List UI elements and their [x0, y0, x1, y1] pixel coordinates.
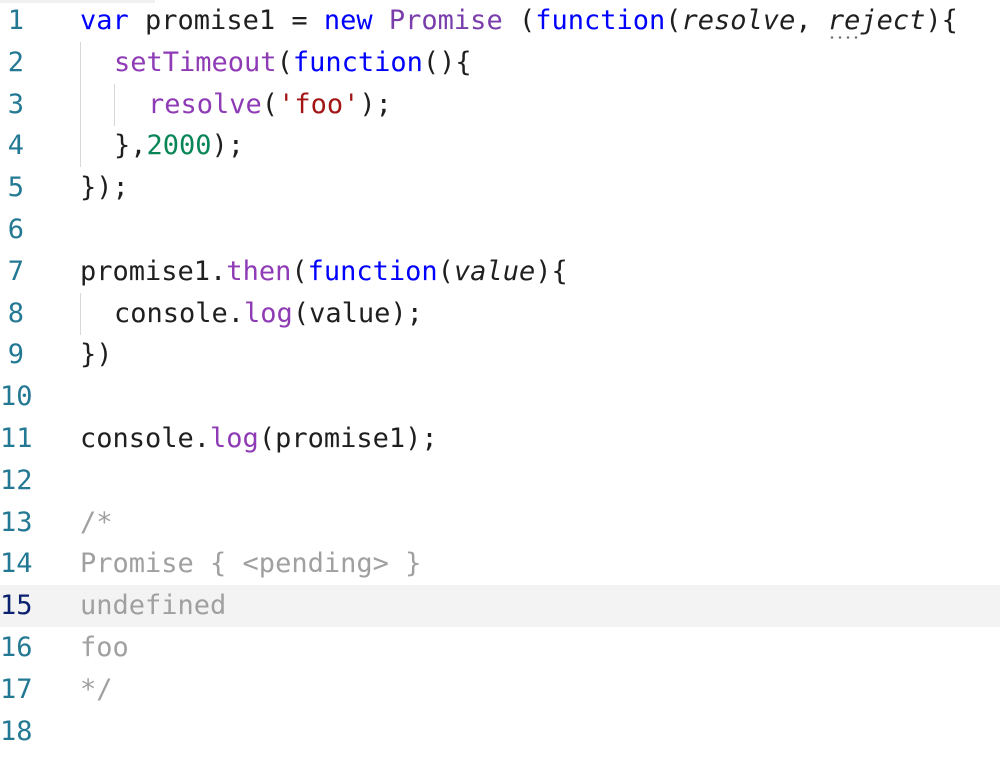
line-code: */: [80, 674, 113, 706]
code-token: (: [665, 5, 682, 36]
line-number: 11: [0, 423, 33, 454]
code-line[interactable]: 17 */: [0, 669, 1000, 711]
line-number: 12: [0, 464, 33, 496]
line-number: 9: [7, 339, 24, 371]
code-token: (: [261, 88, 279, 120]
code-token: function: [535, 5, 666, 36]
line-number: 5: [7, 172, 24, 204]
code-line[interactable]: 8 console.log(value);: [0, 292, 1000, 335]
code-line[interactable]: 7 promise1.then(function(value){: [0, 251, 1000, 293]
line-number: 7: [7, 255, 24, 287]
code-token: },: [114, 130, 147, 162]
code-token: resolve: [681, 5, 796, 36]
line-number: 18: [0, 715, 33, 747]
code-token: 2000: [146, 130, 212, 162]
code-token: );: [211, 130, 245, 162]
code-line[interactable]: 18: [0, 711, 1000, 753]
code-line[interactable]: 3 resolve('foo');: [0, 83, 1000, 126]
line-code: resolve('foo');: [80, 83, 392, 126]
code-token: log: [210, 423, 259, 454]
code-line[interactable]: 11 console.log(promise1);: [0, 418, 1000, 460]
code-token: (promise1);: [258, 423, 438, 454]
code-token: (){: [422, 46, 472, 78]
indent-guide: [80, 41, 114, 84]
code-token: (: [276, 46, 293, 78]
code-token: */: [80, 673, 113, 705]
code-token: (: [291, 255, 308, 287]
code-line[interactable]: 10: [0, 376, 1000, 418]
code-token: (: [502, 5, 536, 36]
code-token: console.: [80, 423, 211, 454]
line-number: 13: [0, 506, 33, 538]
line-code: undefined: [80, 590, 226, 622]
code-token: var: [80, 5, 129, 36]
code-token: Promise: [388, 5, 503, 36]
code-token: );: [359, 88, 392, 120]
line-number: 3: [7, 88, 24, 120]
line-code: foo: [80, 632, 129, 664]
code-line[interactable]: 15 undefined: [0, 585, 1000, 628]
code-line[interactable]: 6: [0, 209, 1000, 251]
code-token: then: [226, 255, 292, 287]
code-line[interactable]: 4},2000);: [0, 125, 1000, 168]
code-token: promise1 =: [128, 5, 324, 36]
code-line[interactable]: 16 foo: [0, 627, 1000, 669]
code-token: function: [307, 255, 438, 287]
code-line[interactable]: 1 var promise1 = new Promise (function(re…: [0, 0, 1000, 42]
code-token: setTimeout: [114, 46, 277, 78]
line-number: 8: [7, 297, 24, 329]
code-token: ){: [535, 255, 568, 287]
line-number: 4: [7, 130, 24, 162]
code-line[interactable]: 14 Promise { <pending> }: [0, 543, 1000, 585]
code-line[interactable]: 2 setTimeout(function(){: [0, 41, 1000, 84]
code-token: /*: [80, 506, 113, 538]
code-token: reject: [827, 5, 926, 36]
line-number: 10: [0, 381, 33, 413]
code-line[interactable]: 9}): [0, 334, 1000, 376]
code-token: });: [80, 172, 129, 204]
code-token: promise1.: [80, 255, 227, 287]
line-code: setTimeout(function(){: [80, 41, 472, 84]
code-token: value: [453, 255, 536, 287]
code-editor[interactable]: 1 var promise1 = new Promise (function(re…: [0, 0, 1000, 778]
code-line[interactable]: 5});: [0, 167, 1000, 209]
code-token: (value);: [292, 297, 423, 329]
code-token: Promise { <pending> }: [80, 548, 422, 580]
line-number: 6: [7, 214, 24, 245]
code-token: console.: [114, 297, 245, 329]
line-number: 15: [0, 590, 33, 622]
indent-guide: [114, 83, 148, 126]
indent-guide: [80, 83, 114, 126]
code-token: 'foo': [278, 88, 360, 120]
line-code: });: [80, 172, 129, 204]
code-token: new: [323, 5, 373, 36]
line-code: Promise { <pending> }: [80, 548, 421, 580]
code-token: log: [244, 297, 293, 329]
line-code: console.log(promise1);: [80, 423, 438, 455]
code-token: undefined: [80, 590, 227, 622]
indent-guide: [80, 292, 114, 335]
line-code: },2000);: [80, 125, 245, 168]
line-code: console.log(value);: [80, 292, 423, 335]
line-code: /*: [80, 507, 113, 539]
code-token: ){: [925, 5, 958, 36]
line-code: }): [80, 339, 113, 371]
line-number: 16: [0, 632, 33, 663]
line-code: promise1.then(function(value){: [80, 256, 568, 288]
code-line[interactable]: 13 /*: [0, 502, 1000, 544]
code-line[interactable]: 12: [0, 460, 1000, 502]
line-number: 17: [0, 673, 33, 705]
line-number: 1: [7, 5, 24, 36]
line-number: 2: [7, 46, 24, 78]
code-token: (: [437, 255, 454, 287]
code-token: }): [80, 339, 113, 371]
line-code: var promise1 = new Promise (function(res…: [80, 5, 958, 37]
code-token: foo: [80, 632, 129, 663]
line-number: 14: [0, 548, 33, 580]
indent-guide: [80, 125, 114, 168]
code-token: resolve: [148, 88, 262, 120]
code-token: ,: [795, 5, 828, 36]
code-token: function: [292, 46, 423, 78]
